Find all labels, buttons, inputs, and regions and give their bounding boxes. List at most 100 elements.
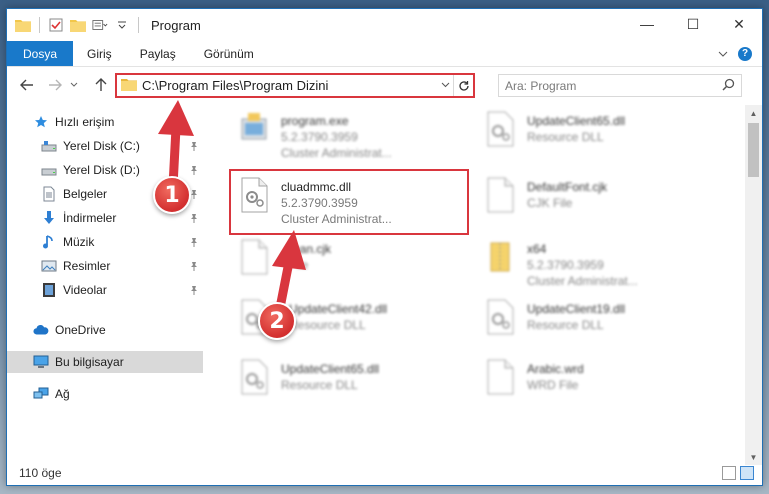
pin-icon[interactable] (189, 164, 199, 178)
pin-icon[interactable] (189, 140, 199, 154)
tab-home[interactable]: Giriş (73, 41, 126, 66)
list-item[interactable]: rean.cjk File (233, 239, 463, 293)
list-item[interactable]: UpdateClient65.dll Resource DLL (479, 111, 709, 165)
list-item[interactable]: program.exe 5.2.3790.3959 Cluster Admini… (233, 111, 463, 165)
pin-icon[interactable] (189, 212, 199, 226)
new-folder-icon[interactable] (70, 17, 86, 33)
refresh-button[interactable] (453, 75, 473, 96)
pin-icon[interactable] (189, 236, 199, 250)
sidebar-item-videos[interactable]: Videolar (7, 279, 203, 301)
music-icon (41, 234, 57, 250)
search-icon (722, 78, 735, 94)
item-count: 110 öge (19, 466, 62, 480)
forward-button[interactable] (43, 73, 67, 97)
sidebar-item-label: Ağ (55, 387, 70, 401)
file-name: rean.cjk (289, 242, 332, 256)
minimize-button[interactable]: — (624, 9, 670, 39)
sidebar-item-network[interactable]: Ağ (7, 383, 203, 405)
sidebar-item-quick-access[interactable]: Hızlı erişim (7, 111, 203, 133)
sidebar-item-label: OneDrive (55, 323, 106, 337)
chevron-down-icon (70, 82, 78, 87)
arrow-left-icon (20, 79, 33, 91)
sidebar-item-label: Belgeler (63, 187, 108, 201)
video-icon (41, 282, 57, 298)
details-view-icon[interactable] (722, 466, 736, 480)
status-bar: 110 öge (7, 461, 762, 485)
customize-toolbar-icon[interactable] (92, 17, 108, 33)
scroll-up-icon[interactable]: ▲ (745, 105, 762, 121)
folder-icon (15, 17, 31, 33)
generic-file-icon (233, 239, 275, 287)
file-description: Cluster Administrat... (281, 146, 392, 160)
highlight-box (229, 169, 469, 235)
recent-locations-button[interactable] (67, 73, 81, 97)
pin-icon[interactable] (189, 260, 199, 274)
file-description: Resource DLL (527, 130, 604, 144)
list-item[interactable]: x64 5.2.3790.3959 Cluster Administrat... (479, 239, 709, 293)
address-bar[interactable]: C:\Program Files\Program Dizini (115, 73, 475, 98)
sidebar-item-label: Resimler (63, 259, 111, 273)
file-name: UpdateClient42.dll (289, 302, 388, 316)
file-description: WRD File (527, 378, 579, 392)
window-controls: — ☐ ✕ (624, 9, 762, 39)
search-box[interactable]: Ara: Program (498, 74, 742, 97)
maximize-button[interactable]: ☐ (670, 9, 716, 39)
navigation-bar: C:\Program Files\Program Dizini Ara: Pro… (7, 69, 762, 101)
back-button[interactable] (15, 73, 39, 97)
file-list: program.exe 5.2.3790.3959 Cluster Admini… (211, 105, 735, 457)
sidebar-item-label: Müzik (63, 235, 95, 249)
tiles-view-icon[interactable] (740, 466, 754, 480)
help-icon[interactable]: ? (738, 46, 752, 61)
file-name: program.exe (281, 114, 349, 128)
sidebar-item-this-pc[interactable]: Bu bilgisayar (7, 351, 203, 373)
tab-file[interactable]: Dosya (7, 41, 74, 66)
file-name: x64 (527, 242, 547, 256)
address-path[interactable]: C:\Program Files\Program Dizini (142, 78, 437, 93)
arrow-up-icon (95, 78, 107, 91)
tab-share[interactable]: Paylaş (126, 41, 190, 66)
list-item[interactable]: UpdateClient65.dll Resource DLL (233, 359, 463, 413)
sidebar-item-label: Videolar (63, 283, 107, 297)
list-item[interactable]: Arabic.wrd WRD File (479, 359, 709, 413)
file-name: UpdateClient19.dll (527, 302, 626, 316)
sidebar-item-music[interactable]: Müzik (7, 231, 203, 253)
sidebar-item-local-disk-c[interactable]: Yerel Disk (C:) (7, 135, 203, 157)
annotation-marker-1: 1 (153, 176, 191, 214)
download-icon (41, 210, 57, 226)
sidebar-item-label: Bu bilgisayar (55, 355, 124, 369)
close-button[interactable]: ✕ (716, 9, 762, 39)
file-name: UpdateClient65.dll (281, 362, 380, 376)
sidebar-item-pictures[interactable]: Resimler (7, 255, 203, 277)
list-item[interactable]: DefaultFont.cjk CJK File (479, 177, 709, 231)
dll-file-icon (233, 359, 275, 407)
file-version: 5.2.3790.3959 (281, 130, 358, 144)
sidebar-item-label: Yerel Disk (C:) (63, 139, 140, 153)
sidebar-item-onedrive[interactable]: OneDrive (7, 319, 203, 341)
file-description: Resource DLL (289, 318, 366, 332)
list-item[interactable]: UpdateClient19.dll Resource DLL (479, 299, 709, 353)
search-placeholder: Ara: Program (505, 78, 577, 93)
title-bar: Program — ☐ ✕ (7, 9, 762, 41)
exe-file-icon (233, 111, 275, 159)
generic-file-icon (479, 359, 521, 407)
refresh-icon (458, 80, 469, 91)
generic-file-icon (479, 177, 521, 225)
properties-icon[interactable] (48, 17, 64, 33)
drive-icon (41, 162, 57, 178)
pin-icon[interactable] (189, 284, 199, 298)
dropdown-arrow-icon[interactable] (114, 17, 130, 33)
file-name: Arabic.wrd (527, 362, 584, 376)
sidebar-item-label: İndirmeler (63, 211, 117, 225)
quick-access-toolbar (7, 17, 141, 33)
dll-file-icon (479, 299, 521, 347)
scrollbar-thumb[interactable] (748, 123, 759, 177)
vertical-scrollbar[interactable]: ▲ ▼ (745, 105, 762, 465)
star-icon (33, 114, 49, 130)
address-dropdown-icon[interactable] (437, 80, 453, 91)
expand-ribbon-icon[interactable] (718, 47, 728, 61)
tab-view[interactable]: Görünüm (190, 41, 268, 66)
sidebar-item-label: Hızlı erişim (55, 115, 115, 129)
up-button[interactable] (89, 73, 113, 97)
folder-icon (121, 77, 137, 94)
file-description: CJK File (527, 196, 573, 210)
